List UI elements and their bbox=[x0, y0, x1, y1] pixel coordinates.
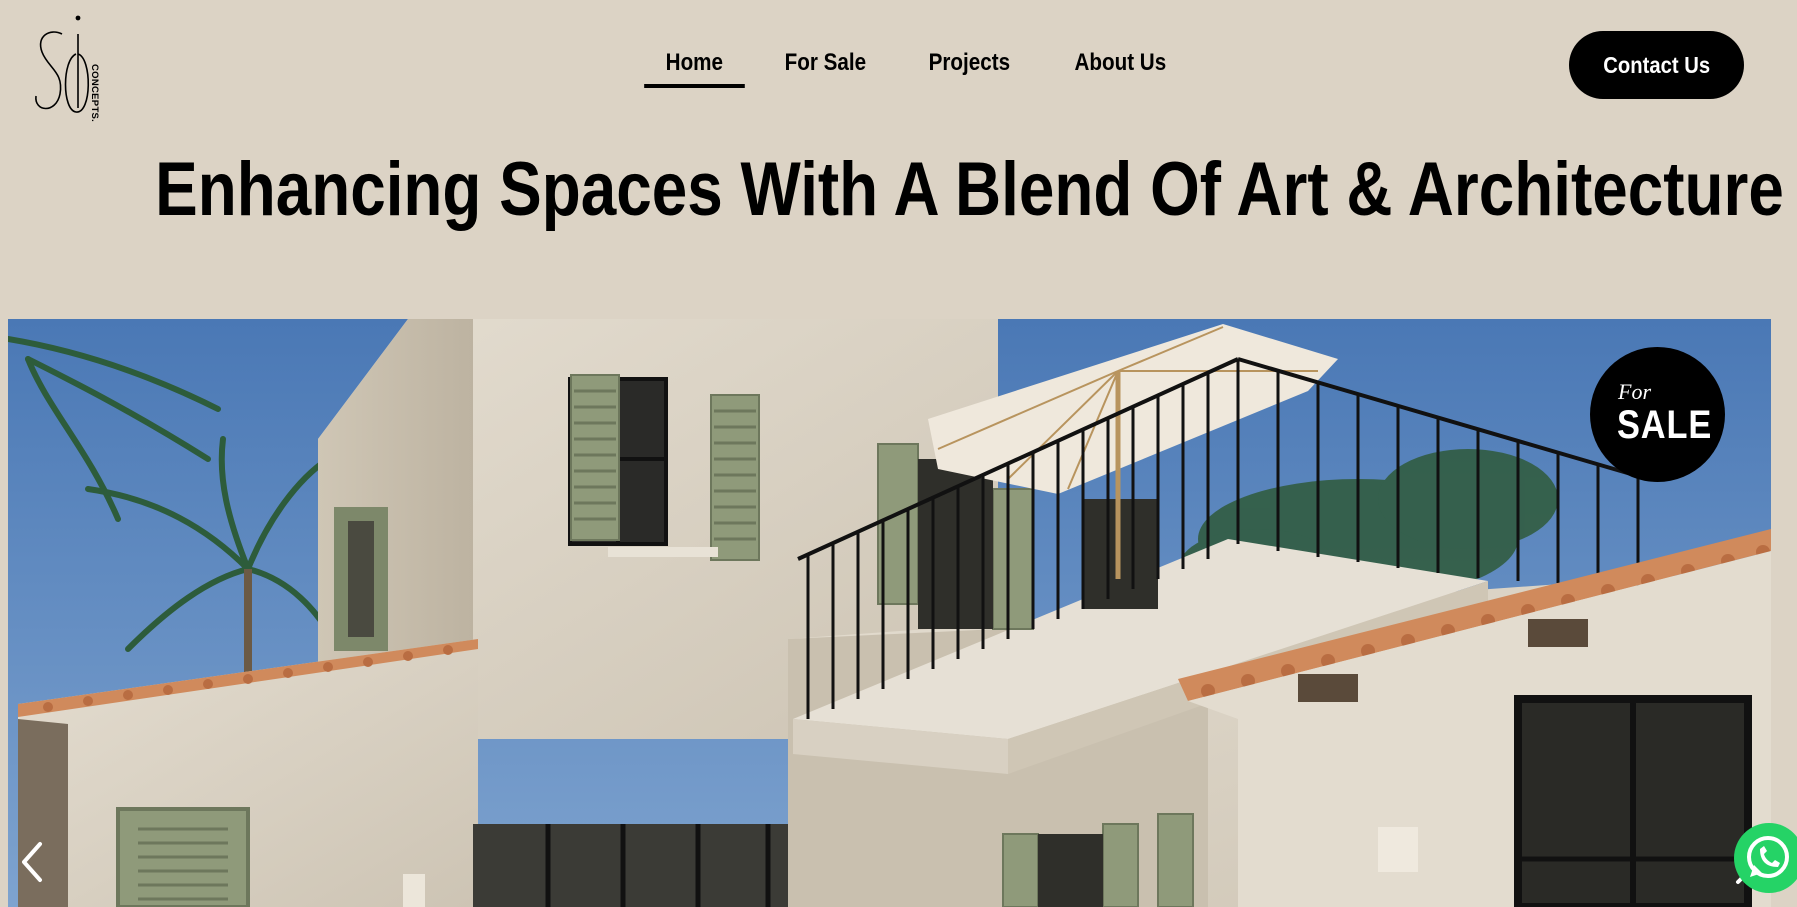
badge-for-text: For bbox=[1618, 379, 1651, 404]
hero-title: Enhancing Spaces With A Blend Of Art & A… bbox=[0, 145, 1797, 235]
nav-item-for-sale[interactable]: For Sale bbox=[763, 46, 887, 80]
logo[interactable]: CONCEPTS. bbox=[32, 14, 122, 122]
badge-sale-text: SALE bbox=[1617, 403, 1713, 447]
contact-us-label: Contact Us bbox=[1603, 51, 1710, 78]
main-nav: Home For Sale Projects About Us bbox=[636, 46, 1199, 88]
hero-title-text: Enhancing Spaces With A Blend Of Art & A… bbox=[155, 147, 1784, 232]
hero-image bbox=[8, 319, 1771, 907]
nav-item-home[interactable]: Home bbox=[644, 46, 745, 88]
contact-us-button[interactable]: Contact Us bbox=[1569, 31, 1744, 99]
house-render-image bbox=[8, 319, 1771, 907]
chevron-left-icon[interactable] bbox=[18, 840, 48, 884]
for-sale-badge: For SALE bbox=[1590, 347, 1725, 482]
nav-item-about-us[interactable]: About Us bbox=[1053, 46, 1188, 80]
page: CONCEPTS. Home For Sale Projects About U… bbox=[0, 0, 1797, 907]
whatsapp-button[interactable] bbox=[1734, 823, 1797, 893]
logo-wordmark: CONCEPTS. bbox=[89, 64, 100, 123]
nav-item-projects[interactable]: Projects bbox=[908, 46, 1032, 80]
whatsapp-icon bbox=[1747, 836, 1789, 878]
